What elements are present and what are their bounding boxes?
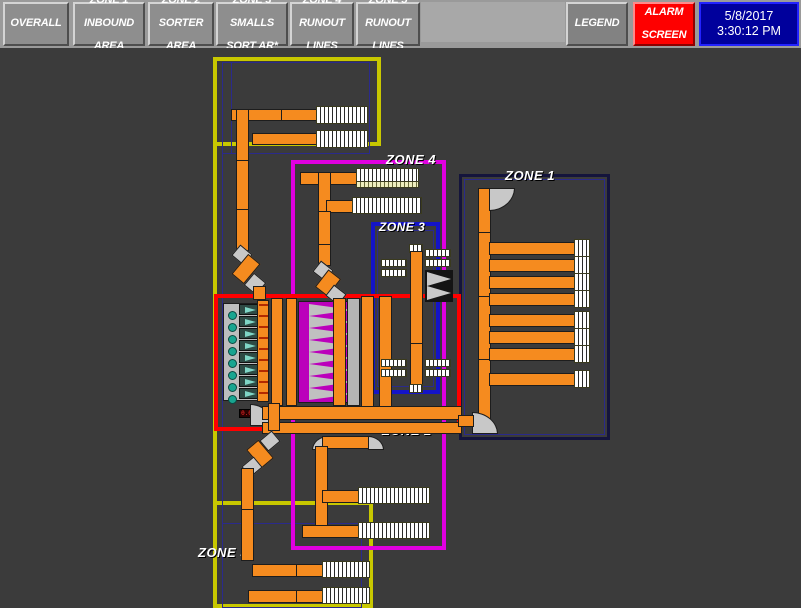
roller-station-z3-r2[interactable]: [425, 259, 451, 267]
z3-diverter-arrow-1: [427, 272, 451, 286]
nav-button-zone2[interactable]: ZONE 2 SORTER AREA: [148, 0, 214, 52]
legend-button[interactable]: LEGEND: [566, 2, 628, 46]
nav-zone3-line-1: ZONE 3: [232, 0, 272, 7]
roller-station-z2-2[interactable]: [358, 522, 430, 539]
roller-station-z1-2[interactable]: [574, 256, 590, 274]
nav-zone4-line-1: ZONE 4: [302, 0, 342, 7]
alarm-line-2: SCREEN: [641, 28, 687, 41]
conveyor-into-sorter[interactable]: [253, 286, 266, 300]
roller-station-z4-2[interactable]: [352, 197, 422, 214]
nav-zone2-line-2: SORTER: [158, 17, 204, 30]
conveyor-z2-trunk-lower[interactable]: [262, 422, 462, 434]
nav-button-zone1[interactable]: ZONE 1 INBOUND AREA: [73, 0, 145, 52]
roller-station-z1-3[interactable]: [574, 273, 590, 291]
legend-button-label: LEGEND: [574, 17, 620, 30]
clock-date: 5/8/2017: [724, 9, 774, 23]
top-navigation-bar: OVERALL ZONE 1 INBOUND AREA ZONE 2 SORTE…: [0, 0, 801, 52]
roller-station-z3-r1[interactable]: [425, 249, 451, 257]
alarm-screen-button[interactable]: ALARM SCREEN: [633, 2, 695, 46]
conveyor-z1-runout-5[interactable]: [489, 314, 577, 327]
roller-station-z3-l3[interactable]: [381, 359, 407, 367]
conveyor-z2-lower-spine[interactable]: [315, 446, 328, 526]
sorter-belt-3[interactable]: [286, 298, 297, 406]
conveyor-z5-spine-2[interactable]: [236, 160, 249, 210]
clock-time: 3:30:12 PM: [717, 24, 781, 38]
roller-station-z2-1[interactable]: [358, 487, 430, 504]
roller-station-z1-8[interactable]: [574, 370, 590, 388]
roller-station-z5-bottom-1[interactable]: [322, 561, 370, 578]
clock-display: 5/8/2017 3:30:12 PM: [699, 2, 799, 46]
conveyor-diagram: ZONE 4 ZONE 3 ZONE 1 ZONE 2 ZONE 5: [0, 48, 801, 608]
roller-station-z1-6[interactable]: [574, 328, 590, 346]
nav-button-overall[interactable]: OVERALL: [3, 2, 69, 46]
conveyor-z2-lower-feed[interactable]: [322, 436, 372, 449]
conveyor-z1-runout-2[interactable]: [489, 259, 577, 272]
roller-station-z1-5[interactable]: [574, 311, 590, 329]
sorter-belt-zigzag-1[interactable]: [257, 300, 269, 402]
conveyor-z1-runout-1[interactable]: [489, 242, 577, 255]
conveyor-z3-lower[interactable]: [410, 343, 423, 388]
z3-diverter-arrow-2: [427, 286, 451, 300]
chute-discharge-rail: [347, 298, 360, 406]
header-spacer: [421, 2, 565, 42]
nav-button-zone5[interactable]: ZONE 5 RUNOUT LINES: [356, 0, 420, 52]
induct-indicator-8: [228, 395, 237, 404]
conveyor-z4-riser-2[interactable]: [318, 211, 331, 245]
conveyor-z1-outbound[interactable]: [458, 415, 474, 427]
roller-station-z3-l1[interactable]: [381, 259, 407, 267]
roller-station-z3-l2[interactable]: [381, 269, 407, 277]
nav-zone5-line-1: ZONE 5: [368, 0, 408, 7]
roller-station-z5-bottom-2[interactable]: [322, 587, 370, 604]
conveyor-z5-top-1b[interactable]: [281, 109, 321, 121]
nav-zone2-line-1: ZONE 2: [161, 0, 201, 7]
zone1-label: ZONE 1: [505, 168, 555, 183]
roller-station-z3-l4[interactable]: [381, 369, 407, 377]
nav-button-zone4[interactable]: ZONE 4 RUNOUT LINES: [290, 0, 354, 52]
conveyor-z1-runout-3[interactable]: [489, 276, 577, 289]
sorter-outfeed-belt-2[interactable]: [379, 296, 392, 408]
nav-zone1-line-2: INBOUND: [84, 17, 134, 30]
conveyor-z4-spine[interactable]: [333, 298, 346, 406]
zone3-label: ZONE 3: [379, 220, 426, 234]
conveyor-z2-trunk-upper[interactable]: [262, 406, 462, 420]
nav-button-zone3[interactable]: ZONE 3 SMALLS SORT AR*: [216, 0, 288, 52]
roller-station-z4-1-lower[interactable]: [356, 181, 419, 188]
alarm-line-1: ALARM: [644, 5, 684, 18]
conveyor-z5-down-1[interactable]: [241, 468, 254, 510]
nav-zone4-line-2: RUNOUT: [299, 17, 345, 30]
conveyor-z1-runout-4[interactable]: [489, 293, 577, 306]
roller-station-z5-top-1[interactable]: [316, 106, 368, 124]
roller-station-z3-bottom-cap[interactable]: [409, 384, 423, 393]
hmi-screen: OVERALL ZONE 1 INBOUND AREA ZONE 2 SORTE…: [0, 0, 801, 608]
conveyor-z2-trunk-riser[interactable]: [268, 403, 280, 431]
roller-station-z3-r3[interactable]: [425, 359, 451, 367]
conveyor-z5-spine-3[interactable]: [236, 209, 249, 251]
conveyor-z5-spine-1[interactable]: [236, 109, 249, 161]
zone4-label: ZONE 4: [386, 152, 436, 167]
conveyor-z3-upper[interactable]: [410, 251, 423, 344]
sorter-outfeed-belt-1[interactable]: [361, 296, 374, 408]
sorter-belt-2[interactable]: [271, 298, 283, 406]
conveyor-z1-runout-8[interactable]: [489, 373, 577, 386]
nav-zone1-line-1: ZONE 1: [89, 0, 129, 7]
conveyor-z1-runout-7[interactable]: [489, 348, 577, 361]
conveyor-z5-down-2[interactable]: [241, 509, 254, 561]
nav-zone3-line-2: SMALLS: [229, 17, 275, 30]
roller-station-z1-4[interactable]: [574, 290, 590, 308]
roller-station-z1-1[interactable]: [574, 239, 590, 257]
nav-overall-line-1: OVERALL: [10, 17, 62, 30]
roller-station-z1-7[interactable]: [574, 345, 590, 363]
roller-station-z3-r4[interactable]: [425, 369, 451, 377]
roller-station-z5-top-2[interactable]: [316, 130, 368, 148]
nav-zone5-line-2: RUNOUT: [365, 17, 411, 30]
conveyor-z1-runout-6[interactable]: [489, 331, 577, 344]
conveyor-z2-runout-2[interactable]: [302, 525, 364, 538]
conveyor-z5-top-2a[interactable]: [252, 133, 322, 145]
conveyor-z1-spine-4[interactable]: [478, 359, 491, 421]
